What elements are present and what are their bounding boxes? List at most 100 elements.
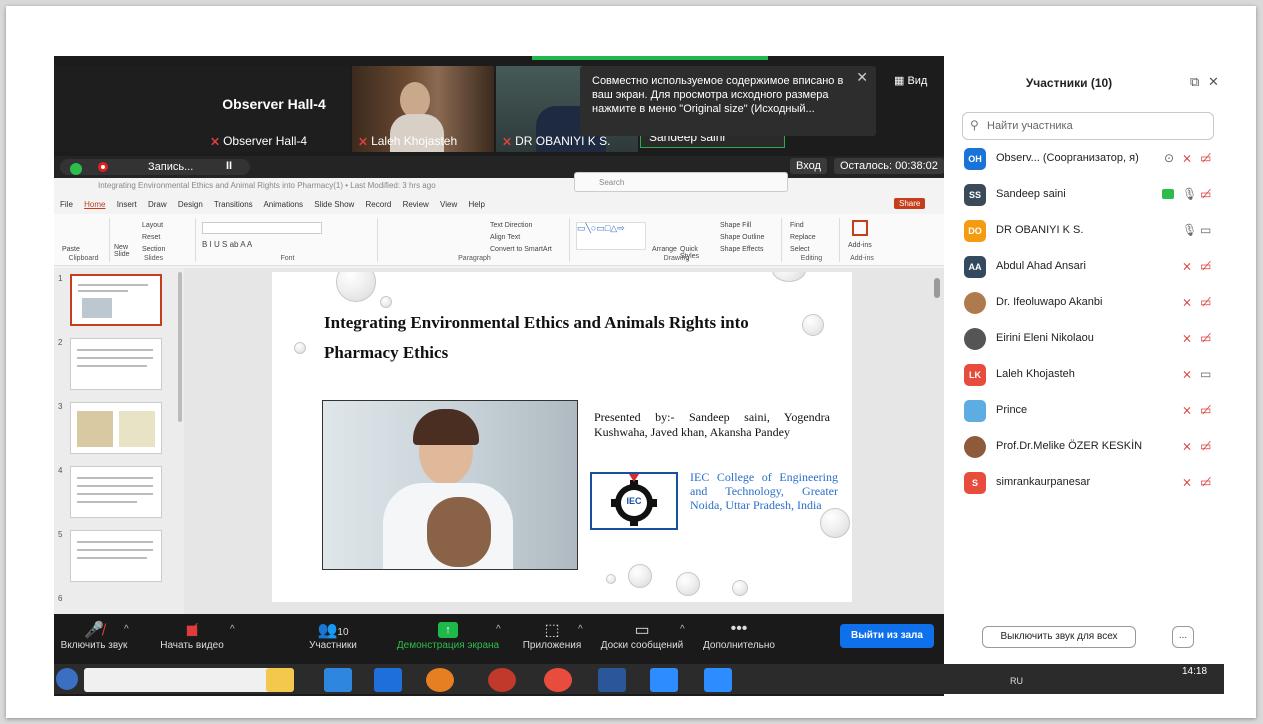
replace-button[interactable]: Replace: [790, 234, 816, 241]
ppt-share-button[interactable]: Share: [894, 198, 926, 209]
avatar: S: [964, 472, 986, 494]
tab-file[interactable]: File: [60, 200, 73, 209]
muted-mic-icon: ⨯: [1182, 367, 1193, 381]
app-icon[interactable]: [374, 668, 402, 692]
participants-button[interactable]: 👥10 Участники: [298, 614, 368, 664]
ppt-search[interactable]: Search: [574, 172, 788, 192]
chevron-up-icon[interactable]: ^: [680, 624, 685, 635]
clock[interactable]: 14:18: [1182, 666, 1207, 677]
leave-room-button[interactable]: Выйти из зала: [840, 624, 934, 648]
section-button[interactable]: Section: [142, 246, 165, 253]
taskbar-search[interactable]: [84, 668, 274, 692]
iec-logo: IEC: [590, 472, 678, 530]
slide-thumb-5[interactable]: [70, 530, 162, 582]
more-button[interactable]: ••• Дополнительно: [696, 614, 782, 664]
tab-slide-show[interactable]: Slide Show: [314, 200, 354, 209]
participant-row[interactable]: S simrankaurpanesar ⨯ ▭̸: [964, 470, 1220, 498]
participant-search-input[interactable]: ⚲ Найти участника: [962, 112, 1214, 140]
view-button[interactable]: ▦ Вид: [894, 74, 927, 87]
tab-design[interactable]: Design: [178, 200, 203, 209]
tab-help[interactable]: Help: [468, 200, 484, 209]
slide-thumb-1[interactable]: [70, 274, 162, 326]
start-icon[interactable]: [56, 668, 78, 690]
whiteboards-button[interactable]: ▭ Доски сообщений: [594, 614, 690, 664]
zoom-icon[interactable]: [650, 668, 678, 692]
start-video-button[interactable]: ◼̸ Начать видео: [150, 614, 234, 664]
tab-review[interactable]: Review: [403, 200, 429, 209]
text-direction-button[interactable]: Text Direction: [490, 222, 532, 229]
tab-draw[interactable]: Draw: [148, 200, 167, 209]
close-icon[interactable]: ✕: [856, 70, 868, 84]
chevron-up-icon[interactable]: ^: [230, 624, 235, 635]
slide-photo: [322, 400, 578, 570]
video-tile-observer[interactable]: Observer Hall-4 ⨯ Observer Hall-4: [54, 66, 350, 152]
participant-row[interactable]: DO DR OBANIYI K S. 🎙 ▭: [964, 218, 1220, 246]
participant-row[interactable]: Dr. Ifeoluwapo Akanbi ⨯ ▭̸: [964, 290, 1220, 318]
popout-icon[interactable]: ⧉: [1190, 74, 1199, 90]
slide-scrollbar[interactable]: [934, 278, 940, 298]
shape-outline-button[interactable]: Shape Outline: [720, 234, 764, 241]
clipboard-group: Paste Clipboard: [58, 218, 110, 262]
thumb-line: [77, 357, 153, 359]
tab-record[interactable]: Record: [366, 200, 392, 209]
participant-row[interactable]: Eirini Eleni Nikolaou ⨯ ▭̸: [964, 326, 1220, 354]
meeting-toolbar: 🎤̸ Включить звук ^ ◼̸ Начать видео ^ 👥10…: [54, 614, 944, 664]
pause-icon[interactable]: II: [226, 160, 232, 172]
avatar: [964, 400, 986, 422]
align-text-button[interactable]: Align Text: [490, 234, 520, 241]
layout-button[interactable]: Layout: [142, 222, 163, 229]
tab-transitions[interactable]: Transitions: [214, 200, 253, 209]
arrange-button[interactable]: Arrange: [652, 246, 677, 253]
folder-icon[interactable]: [266, 668, 294, 692]
participant-row[interactable]: Prince ⨯ ▭̸: [964, 398, 1220, 426]
edge-icon[interactable]: [324, 668, 352, 692]
select-button[interactable]: Select: [790, 246, 809, 253]
avatar: [964, 328, 986, 350]
close-icon[interactable]: ✕: [1208, 74, 1219, 90]
shape-fill-button[interactable]: Shape Fill: [720, 222, 751, 229]
chevron-up-icon[interactable]: ^: [496, 624, 501, 635]
participant-row[interactable]: Prof.Dr.Melike ÖZER KESKİN ⨯ ▭̸: [964, 434, 1220, 462]
participant-row[interactable]: LK Laleh Khojasteh ⨯ ▭: [964, 362, 1220, 390]
panel-more-button[interactable]: ...: [1172, 626, 1194, 648]
tab-insert[interactable]: Insert: [117, 200, 137, 209]
tab-view[interactable]: View: [440, 200, 457, 209]
participant-row[interactable]: AA Abdul Ahad Ansari ⨯ ▭̸: [964, 254, 1220, 282]
video-off-icon: ▭̸: [1200, 331, 1212, 345]
video-tile-laleh[interactable]: ⨯ Laleh Khojasteh: [352, 66, 494, 152]
participant-name: Observ... (Соорганизатор, я): [996, 152, 1139, 164]
thumbnail-scrollbar[interactable]: [178, 272, 182, 422]
tab-animations[interactable]: Animations: [263, 200, 303, 209]
smartart-button[interactable]: Convert to SmartArt: [490, 246, 552, 253]
reset-button[interactable]: Reset: [142, 234, 160, 241]
zoom-icon[interactable]: [704, 668, 732, 692]
shape-effects-button[interactable]: Shape Effects: [720, 246, 763, 253]
bubble-decoration: [802, 314, 824, 336]
participant-row[interactable]: OH Observ... (Соорганизатор, я) ⊙ ⨯ ▭̸: [964, 146, 1220, 174]
presented-by: Presented by:- Sandeep saini, Yogendra K…: [594, 410, 830, 439]
language-indicator[interactable]: RU: [1010, 676, 1023, 686]
chevron-up-icon[interactable]: ^: [124, 624, 129, 635]
word-icon[interactable]: [598, 668, 626, 692]
tab-home[interactable]: Home: [84, 200, 105, 209]
slide-thumb-2[interactable]: [70, 338, 162, 390]
shapes-gallery[interactable]: ▭╲○▭□△⇨: [576, 222, 646, 250]
participant-row[interactable]: SS Sandeep saini 🎙 ▭̸: [964, 182, 1220, 210]
unmute-button[interactable]: 🎤̸ Включить звук: [54, 614, 134, 664]
addins-button[interactable]: Add-ins: [848, 242, 872, 249]
app-icon[interactable]: [488, 668, 516, 692]
mute-all-button[interactable]: Выключить звук для всех: [982, 626, 1136, 648]
paste-button[interactable]: Paste: [62, 246, 80, 253]
chevron-up-icon[interactable]: ^: [578, 624, 583, 635]
apps-button[interactable]: ⬚ Приложения: [516, 614, 588, 664]
chrome-icon[interactable]: [544, 668, 572, 692]
font-format-icons[interactable]: B I U S ab A A: [202, 240, 362, 249]
enter-button[interactable]: Вход: [790, 158, 827, 174]
app-icon[interactable]: [426, 668, 454, 692]
slide-thumb-4[interactable]: [70, 466, 162, 518]
font-name-box[interactable]: [202, 222, 322, 234]
share-screen-button[interactable]: ↑ Демонстрация экрана: [390, 614, 506, 664]
slide-thumb-3[interactable]: [70, 402, 162, 454]
addins-icon[interactable]: [852, 220, 868, 236]
find-button[interactable]: Find: [790, 222, 804, 229]
